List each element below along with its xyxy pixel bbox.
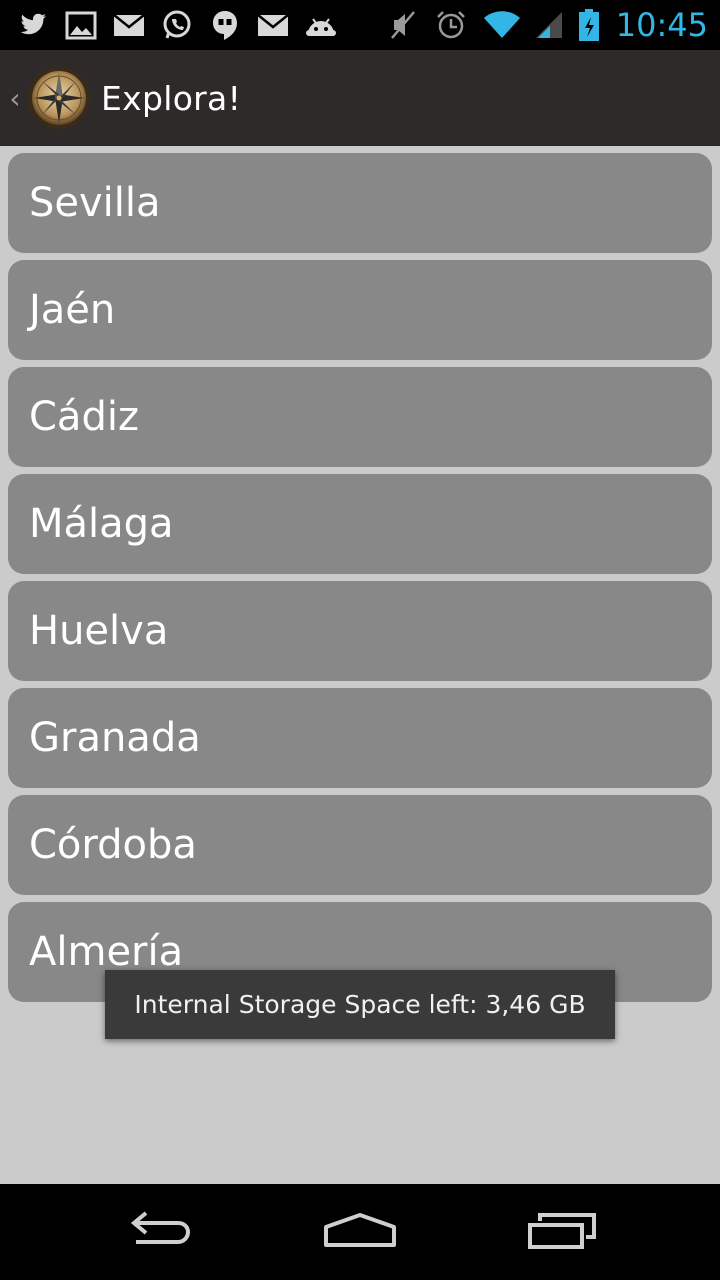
- notification-area: [16, 8, 338, 42]
- home-button[interactable]: [310, 1202, 410, 1262]
- back-icon: [122, 1207, 198, 1257]
- navigation-bar: [0, 1184, 720, 1280]
- page-title: Explora!: [101, 78, 242, 118]
- list-item[interactable]: Granada: [8, 688, 712, 788]
- home-icon: [322, 1207, 398, 1257]
- gmail-icon: [112, 8, 146, 42]
- back-button[interactable]: [110, 1202, 210, 1262]
- system-icons: 10:45: [386, 6, 708, 44]
- compass-icon[interactable]: [26, 65, 92, 131]
- recents-icon: [524, 1207, 600, 1257]
- gallery-icon: [64, 8, 98, 42]
- city-list: Sevilla Jaén Cádiz Málaga Huelva Granada…: [8, 153, 712, 1009]
- android-icon: [304, 8, 338, 42]
- mute-icon: [386, 8, 420, 42]
- action-bar: ‹ Explora!: [0, 50, 720, 146]
- wifi-icon: [482, 8, 522, 42]
- status-bar: 10:45: [0, 0, 720, 50]
- status-clock: 10:45: [615, 6, 708, 44]
- hangouts-icon: [208, 8, 242, 42]
- list-item[interactable]: Córdoba: [8, 795, 712, 895]
- battery-charging-icon: [578, 8, 600, 42]
- whatsapp-icon: [160, 8, 194, 42]
- twitter-icon: [16, 8, 50, 42]
- list-item[interactable]: Jaén: [8, 260, 712, 360]
- gmail-icon: [256, 8, 290, 42]
- up-chevron-icon[interactable]: ‹: [6, 82, 24, 115]
- list-item[interactable]: Málaga: [8, 474, 712, 574]
- list-item[interactable]: Huelva: [8, 581, 712, 681]
- alarm-icon: [434, 8, 468, 42]
- recents-button[interactable]: [512, 1202, 612, 1262]
- list-item[interactable]: Cádiz: [8, 367, 712, 467]
- storage-toast: Internal Storage Space left: 3,46 GB: [105, 970, 615, 1039]
- signal-icon: [535, 8, 564, 42]
- list-item[interactable]: Sevilla: [8, 153, 712, 253]
